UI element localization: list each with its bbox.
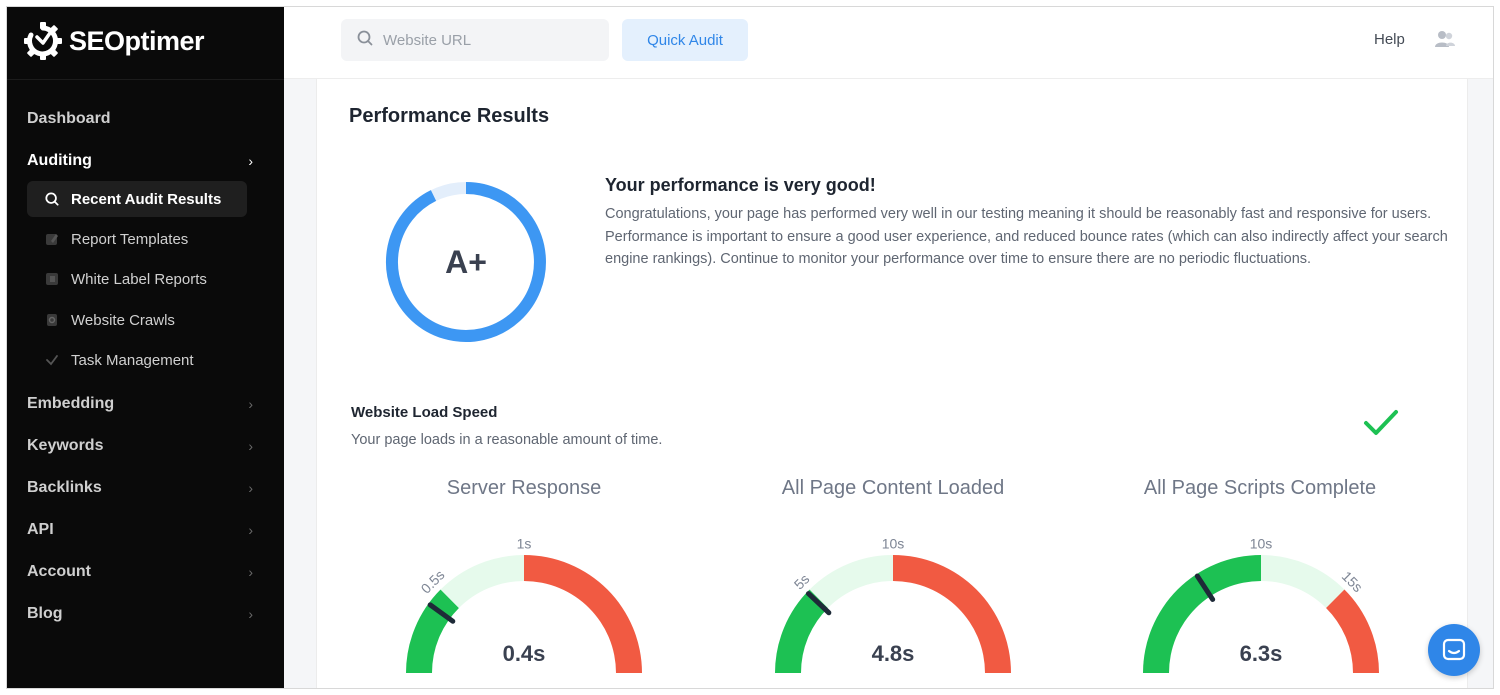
sidebar-subitem-white-label-reports[interactable]: White Label Reports bbox=[27, 261, 247, 297]
gauge-tick-label: 1s bbox=[517, 536, 532, 552]
logo[interactable]: SEOptimer bbox=[23, 19, 205, 63]
document-icon bbox=[45, 272, 59, 286]
gauge-scripts-complete: 10s15s6.3s bbox=[1143, 536, 1379, 673]
gauge-band-light-green bbox=[809, 555, 893, 608]
grade-value: A+ bbox=[445, 243, 487, 280]
gauge-title-scripts-complete: All Page Scripts Complete bbox=[1143, 477, 1377, 499]
sidebar-item-blog[interactable]: Blog › bbox=[27, 600, 257, 628]
top-header: Quick Audit Help bbox=[284, 7, 1493, 79]
gauge-tick-label: 10s bbox=[1250, 536, 1273, 552]
gauge-value-label: 0.4s bbox=[503, 641, 546, 666]
sidebar-subitem-label: Task Management bbox=[71, 351, 194, 369]
performance-card: Performance Results A+ Your performance … bbox=[316, 79, 1468, 688]
sidebar-item-account[interactable]: Account › bbox=[27, 558, 257, 586]
app-frame: SEOptimer Dashboard Auditing › Recent Au… bbox=[6, 6, 1494, 689]
sidebar-item-label: Keywords bbox=[27, 437, 104, 454]
sidebar-subitem-label: Recent Audit Results bbox=[71, 190, 222, 208]
sidebar-item-embedding[interactable]: Embedding › bbox=[27, 390, 257, 418]
chevron-right-icon: › bbox=[248, 396, 253, 412]
gauge-band-red bbox=[1326, 589, 1379, 673]
chevron-right-icon: › bbox=[248, 564, 253, 580]
edit-icon bbox=[45, 232, 59, 246]
gauge-value-label: 6.3s bbox=[1240, 641, 1283, 666]
sidebar-item-label: API bbox=[27, 521, 54, 538]
brand-name: SEOptimer bbox=[69, 25, 205, 56]
sidebar-subitem-report-templates[interactable]: Report Templates bbox=[27, 221, 247, 257]
performance-headline: Your performance is very good! bbox=[605, 175, 876, 195]
gauge-band-light-green bbox=[440, 555, 524, 608]
sidebar-subitem-website-crawls[interactable]: Website Crawls bbox=[27, 302, 247, 338]
help-link[interactable]: Help bbox=[1374, 31, 1405, 48]
gauge-tick-label: 10s bbox=[882, 536, 905, 552]
checkmark-icon bbox=[1364, 410, 1398, 435]
gear-logo-icon bbox=[24, 22, 62, 60]
users-icon[interactable] bbox=[1434, 28, 1456, 50]
chevron-right-icon: › bbox=[248, 153, 253, 169]
chevron-right-icon: › bbox=[248, 606, 253, 622]
sidebar-item-label: Auditing bbox=[27, 152, 92, 169]
sidebar-divider bbox=[7, 79, 284, 80]
performance-description: Congratulations, your page has performed… bbox=[605, 206, 1448, 267]
load-speed-subtitle: Your page loads in a reasonable amount o… bbox=[351, 432, 663, 448]
sidebar-subitem-label: Website Crawls bbox=[71, 311, 175, 329]
sidebar-item-label: Blog bbox=[27, 605, 63, 622]
gauge-value-label: 4.8s bbox=[872, 641, 915, 666]
website-url-input[interactable] bbox=[383, 31, 583, 49]
crawl-icon bbox=[45, 313, 59, 327]
search-box[interactable] bbox=[341, 19, 609, 61]
gauge-title-content-loaded: All Page Content Loaded bbox=[781, 477, 1005, 499]
sidebar-item-backlinks[interactable]: Backlinks › bbox=[27, 474, 257, 502]
quick-audit-button[interactable]: Quick Audit bbox=[622, 19, 748, 61]
chevron-right-icon: › bbox=[248, 480, 253, 496]
chat-icon bbox=[1442, 638, 1466, 661]
sidebar-subitem-label: Report Templates bbox=[71, 230, 189, 248]
sidebar-subitem-label: White Label Reports bbox=[71, 270, 207, 288]
gauge-title-server-response: Server Response bbox=[446, 477, 602, 499]
gauge-server-response: 0.5s1s0.4s bbox=[406, 536, 642, 673]
gauge-band-light-green bbox=[1261, 555, 1345, 608]
sidebar-item-label: Account bbox=[27, 563, 91, 580]
search-icon bbox=[357, 30, 373, 51]
sidebar-item-dashboard[interactable]: Dashboard bbox=[27, 105, 257, 133]
search-icon bbox=[45, 192, 59, 206]
sidebar-subitem-task-management[interactable]: Task Management bbox=[27, 342, 247, 378]
load-speed-title: Website Load Speed bbox=[351, 404, 498, 421]
sidebar-subitem-recent-audit-results[interactable]: Recent Audit Results bbox=[27, 181, 247, 217]
sidebar-item-keywords[interactable]: Keywords › bbox=[27, 432, 257, 460]
chat-launcher-button[interactable] bbox=[1428, 624, 1480, 676]
sidebar-item-label: Backlinks bbox=[27, 479, 102, 496]
check-icon bbox=[45, 353, 59, 367]
gauge-content-loaded: 5s 10s 4.8s bbox=[775, 536, 1011, 673]
sidebar-item-api[interactable]: API › bbox=[27, 516, 257, 544]
sidebar: SEOptimer Dashboard Auditing › Recent Au… bbox=[7, 7, 284, 688]
chevron-right-icon: › bbox=[248, 522, 253, 538]
sidebar-item-label: Dashboard bbox=[27, 110, 111, 127]
gauge-tick-label: 5s bbox=[791, 571, 813, 593]
sidebar-item-label: Embedding bbox=[27, 395, 115, 412]
section-title: Performance Results bbox=[349, 105, 550, 127]
sidebar-item-auditing[interactable]: Auditing › bbox=[27, 147, 257, 175]
gauge-band-green bbox=[406, 589, 459, 673]
chevron-right-icon: › bbox=[248, 438, 253, 454]
